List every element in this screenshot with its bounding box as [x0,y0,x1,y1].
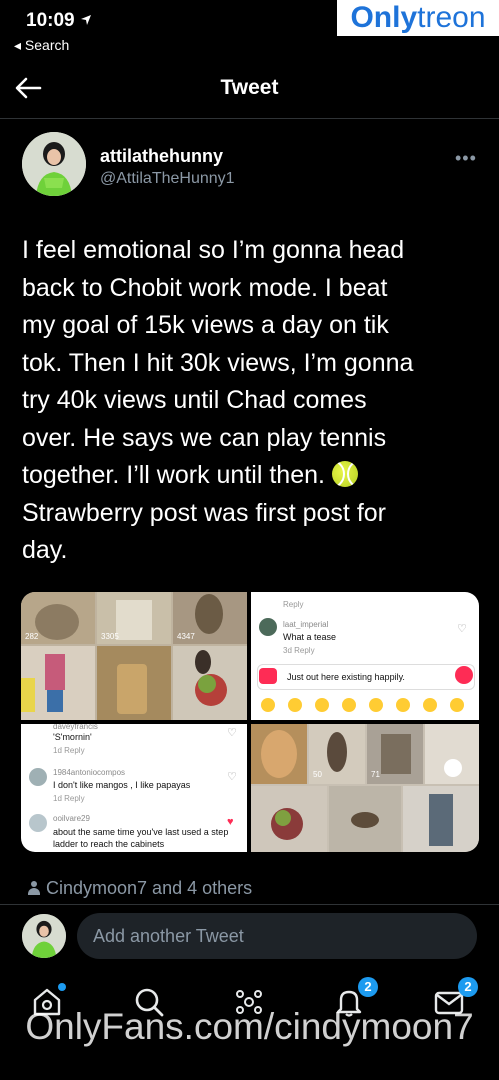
back-to-search[interactable]: ◂ Search [14,37,69,54]
person-icon [28,881,40,895]
reply-input[interactable] [77,913,477,959]
media-image-4[interactable]: 50 71 [251,724,479,852]
heart-icon: ♡ [457,623,467,635]
location-arrow-icon [80,15,91,25]
tweet-text-part2: Strawberry post was first post for day. [22,498,387,565]
media-image-2[interactable]: Reply laat_imperial What a tease 3d Repl… [251,592,479,720]
emoji-icon [423,698,437,712]
tweet-text-part1: I feel emotional so I’m gonna head back … [22,236,414,489]
comment-text: 'S'mornin' [53,732,92,742]
emoji-icon [261,698,275,712]
emoji-icon [369,698,383,712]
comment-meta: 1d Reply [53,746,85,755]
view-count: 4347 [177,632,195,641]
heart-icon: ♡ [227,771,237,783]
reply-label: Reply [283,600,304,609]
display-name[interactable]: attilathehunny [100,146,223,167]
user-handle[interactable]: @AttilaTheHunny1 [100,170,235,188]
commenter-avatar [259,618,277,636]
watermark-text: OnlyFans.com/cindymoon7 [25,1006,474,1047]
emoji-icon [342,698,356,712]
comment-text: I don't like mangos , I like papayas [53,780,191,790]
avatar[interactable] [22,132,86,196]
send-icon [455,666,473,684]
comment-meta: 3d Reply [283,646,315,655]
media-grid: 282 3305 4347 Reply laat_imperial What a… [21,592,479,852]
heart-icon: ♡ [227,727,237,739]
camera-icon [259,668,277,684]
status-time: 10:09 [26,10,92,32]
comment-text: What a tease [283,632,337,642]
compose-text: Just out here existing happily. [287,672,405,682]
comment-meta: 1d Reply [53,794,85,803]
media-image-3[interactable]: daveyfrancis 'S'mornin' 1d Reply ♡ 1984a… [21,724,247,852]
heart-filled-icon: ♥ [227,816,234,828]
comment-user: daveyfrancis [53,724,98,731]
reply-avatar[interactable] [22,914,66,958]
comment-user: 1984antoniocompos [53,768,126,777]
home-indicator-dot [58,983,66,991]
likes-divider [0,904,499,905]
commenter-avatar [29,814,47,832]
view-count: 3305 [101,632,119,641]
view-count: 282 [25,632,39,641]
emoji-icon [396,698,410,712]
page-title: Tweet [220,76,279,99]
tweet-text: I feel emotional so I’m gonna head back … [22,232,482,570]
view-count: 71 [371,770,380,779]
more-options-icon[interactable]: ••• [455,148,477,169]
comment-user: laat_imperial [283,620,329,629]
liked-by[interactable]: Cindymoon7 and 4 others [28,878,252,899]
messages-badge: 2 [458,977,478,997]
header-divider [0,118,499,119]
emoji-icon [450,698,464,712]
commenter-avatar [29,768,47,786]
emoji-icon [315,698,329,712]
comment-text: about the same time you've last used a s… [53,827,229,849]
view-count: 50 [313,770,322,779]
emoji-icon [288,698,302,712]
media-image-1[interactable]: 282 3305 4347 [21,592,247,720]
notifications-badge: 2 [358,977,378,997]
watermark-logo: Onlytreon [337,0,499,36]
comment-user: ooilvare29 [53,814,90,823]
tennis-ball-icon [331,461,358,487]
